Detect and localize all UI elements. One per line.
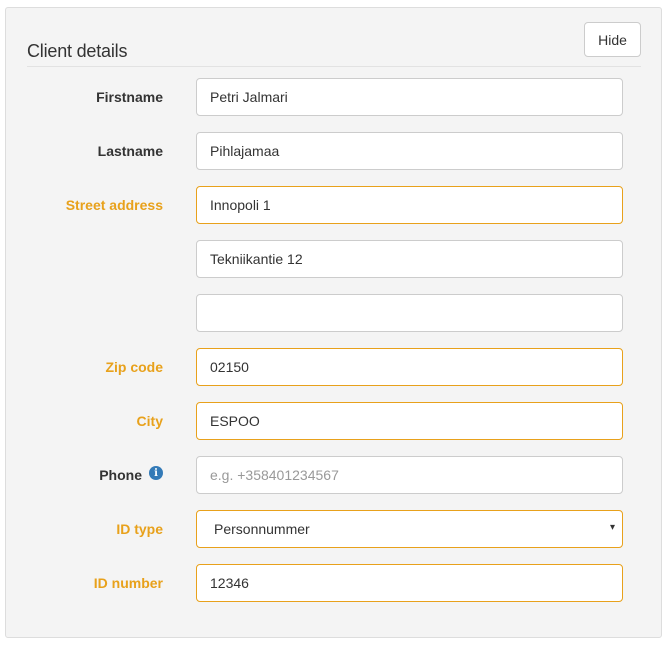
- street-address-line3-row: [0, 294, 668, 332]
- zip-code-input[interactable]: [196, 348, 623, 386]
- lastname-row: Lastname: [0, 132, 668, 170]
- id-type-selected-value[interactable]: Personnummer: [196, 510, 623, 548]
- chevron-down-icon: ▾: [609, 522, 615, 533]
- id-number-row: ID number: [0, 564, 668, 602]
- phone-label: Phone: [99, 467, 142, 483]
- firstname-input[interactable]: [196, 78, 623, 116]
- id-type-select[interactable]: Personnummer ▾: [196, 510, 623, 548]
- lastname-label: Lastname: [97, 143, 163, 159]
- firstname-row: Firstname: [0, 78, 668, 116]
- street-address-line2-row: [0, 240, 668, 278]
- street-address-line3-input[interactable]: [196, 294, 623, 332]
- city-row: City: [0, 402, 668, 440]
- lastname-input[interactable]: [196, 132, 623, 170]
- zip-code-row: Zip code: [0, 348, 668, 386]
- street-address-line1-input[interactable]: [196, 186, 623, 224]
- city-label: City: [136, 413, 163, 429]
- zip-code-label: Zip code: [105, 359, 163, 375]
- phone-row: Phone i: [0, 456, 668, 494]
- id-number-input[interactable]: [196, 564, 623, 602]
- divider: [27, 66, 641, 67]
- firstname-label: Firstname: [96, 89, 163, 105]
- street-address-row: Street address: [0, 186, 668, 224]
- hide-button[interactable]: Hide: [584, 22, 641, 57]
- panel-title: Client details: [27, 41, 128, 61]
- info-icon[interactable]: i: [149, 466, 163, 480]
- id-type-label: ID type: [116, 521, 163, 537]
- city-input[interactable]: [196, 402, 623, 440]
- phone-label-group: Phone i: [99, 456, 163, 494]
- phone-input[interactable]: [196, 456, 623, 494]
- street-address-line2-input[interactable]: [196, 240, 623, 278]
- id-number-label: ID number: [93, 575, 163, 591]
- id-type-row: ID type Personnummer ▾: [0, 510, 668, 548]
- street-address-label: Street address: [65, 197, 163, 213]
